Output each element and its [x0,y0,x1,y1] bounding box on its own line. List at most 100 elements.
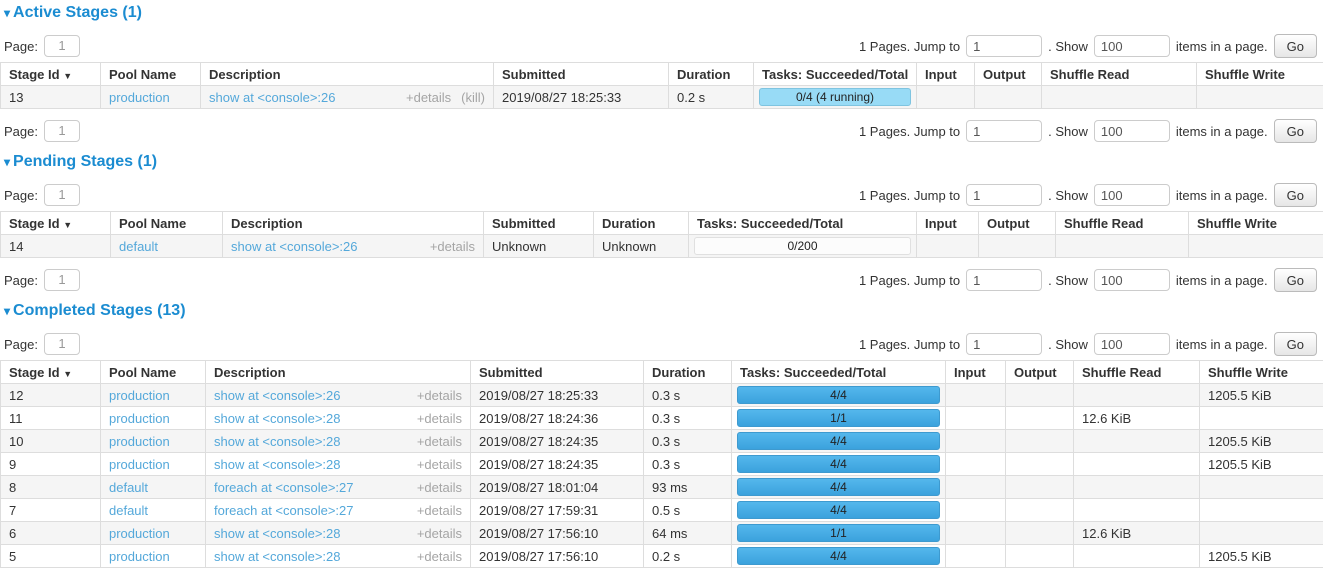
pool-name-link[interactable]: default [109,480,148,495]
col-input[interactable]: Input [946,361,1006,384]
go-button[interactable]: Go [1274,332,1317,356]
details-toggle[interactable]: +details [417,457,462,472]
details-toggle[interactable]: +details [430,239,475,254]
col-input[interactable]: Input [917,212,979,235]
col-submitted[interactable]: Submitted [484,212,594,235]
show-items-input[interactable] [1094,269,1170,291]
col-pool-name[interactable]: Pool Name [101,63,201,86]
go-button[interactable]: Go [1274,268,1317,292]
page-number-box[interactable]: 1 [44,35,80,57]
tasks-cell: 4/4 [732,476,946,499]
description-link[interactable]: show at <console>:28 [214,434,340,449]
col-stage-id[interactable]: Stage Id ▼ [1,63,101,86]
pool-name-link[interactable]: default [109,503,148,518]
description-link[interactable]: show at <console>:28 [214,457,340,472]
col-stage-id[interactable]: Stage Id ▼ [1,212,111,235]
pages-count-text: 1 Pages. Jump to [859,273,960,288]
show-items-input[interactable] [1094,120,1170,142]
col-tasks[interactable]: Tasks: Succeeded/Total [754,63,917,86]
shuffle-read-cell [1056,235,1189,258]
page-number-box[interactable]: 1 [44,333,80,355]
duration-cell: 0.3 s [644,407,732,430]
pool-name-link[interactable]: production [109,90,170,105]
col-shuffle-read[interactable]: Shuffle Read [1074,361,1200,384]
col-output[interactable]: Output [979,212,1056,235]
description-link[interactable]: foreach at <console>:27 [214,480,354,495]
description-link[interactable]: show at <console>:28 [214,549,340,564]
col-shuffle-write[interactable]: Shuffle Write [1197,63,1323,86]
details-toggle[interactable]: +details [417,480,462,495]
kill-link[interactable]: (kill) [461,90,485,105]
items-label: items in a page. [1176,273,1268,288]
go-button[interactable]: Go [1274,119,1317,143]
tasks-cell: 4/4 [732,499,946,522]
show-items-input[interactable] [1094,333,1170,355]
col-pool-name[interactable]: Pool Name [111,212,223,235]
col-shuffle-write[interactable]: Shuffle Write [1200,361,1323,384]
jump-to-input[interactable] [966,269,1042,291]
page-number-box[interactable]: 1 [44,120,80,142]
sort-desc-icon: ▼ [63,220,72,230]
go-button[interactable]: Go [1274,183,1317,207]
col-submitted[interactable]: Submitted [494,63,669,86]
section-header-active-stages[interactable]: ▾Active Stages (1) [0,2,1323,24]
show-items-input[interactable] [1094,35,1170,57]
pool-name-link[interactable]: production [109,411,170,426]
col-duration[interactable]: Duration [644,361,732,384]
collapse-arrow-icon: ▾ [4,304,10,318]
jump-to-input[interactable] [966,184,1042,206]
col-submitted[interactable]: Submitted [471,361,644,384]
details-toggle[interactable]: +details [417,434,462,449]
col-description[interactable]: Description [201,63,494,86]
description-cell: show at <console>:28 +details [206,430,471,453]
description-link[interactable]: show at <console>:26 [209,90,335,105]
section-header-completed-stages[interactable]: ▾Completed Stages (13) [0,300,1323,322]
duration-cell: 0.2 s [669,86,754,109]
items-label: items in a page. [1176,337,1268,352]
col-stage-id[interactable]: Stage Id ▼ [1,361,101,384]
page-number-box[interactable]: 1 [44,269,80,291]
jump-to-input[interactable] [966,120,1042,142]
description-link[interactable]: show at <console>:26 [231,239,357,254]
pool-name-link[interactable]: production [109,434,170,449]
col-shuffle-read[interactable]: Shuffle Read [1042,63,1197,86]
pool-name-link[interactable]: production [109,526,170,541]
col-output[interactable]: Output [975,63,1042,86]
jump-to-input[interactable] [966,333,1042,355]
col-tasks[interactable]: Tasks: Succeeded/Total [689,212,917,235]
details-toggle[interactable]: +details [417,526,462,541]
description-link[interactable]: show at <console>:28 [214,411,340,426]
col-shuffle-write[interactable]: Shuffle Write [1189,212,1323,235]
stage-id-cell: 6 [1,522,101,545]
shuffle-read-cell: 12.6 KiB [1074,407,1200,430]
col-input[interactable]: Input [917,63,975,86]
jump-to-input[interactable] [966,35,1042,57]
details-toggle[interactable]: +details [417,503,462,518]
show-items-input[interactable] [1094,184,1170,206]
pool-name-link[interactable]: production [109,549,170,564]
description-cell: show at <console>:28 +details [206,453,471,476]
section-header-pending-stages[interactable]: ▾Pending Stages (1) [0,151,1323,173]
description-link[interactable]: foreach at <console>:27 [214,503,354,518]
description-link[interactable]: show at <console>:26 [214,388,340,403]
col-pool-name[interactable]: Pool Name [101,361,206,384]
col-duration[interactable]: Duration [669,63,754,86]
details-toggle[interactable]: +details [417,549,462,564]
col-duration[interactable]: Duration [594,212,689,235]
pool-name-link[interactable]: default [119,239,158,254]
details-toggle[interactable]: +details [417,411,462,426]
details-toggle[interactable]: +details [406,90,451,105]
go-button[interactable]: Go [1274,34,1317,58]
task-progress-bar: 0/4 (4 running) [759,88,911,106]
col-shuffle-read[interactable]: Shuffle Read [1056,212,1189,235]
col-description[interactable]: Description [206,361,471,384]
col-description[interactable]: Description [223,212,484,235]
pool-name-link[interactable]: production [109,388,170,403]
col-tasks[interactable]: Tasks: Succeeded/Total [732,361,946,384]
pool-name-link[interactable]: production [109,457,170,472]
col-output[interactable]: Output [1006,361,1074,384]
page-number-box[interactable]: 1 [44,184,80,206]
input-cell [946,545,1006,568]
details-toggle[interactable]: +details [417,388,462,403]
description-link[interactable]: show at <console>:28 [214,526,340,541]
